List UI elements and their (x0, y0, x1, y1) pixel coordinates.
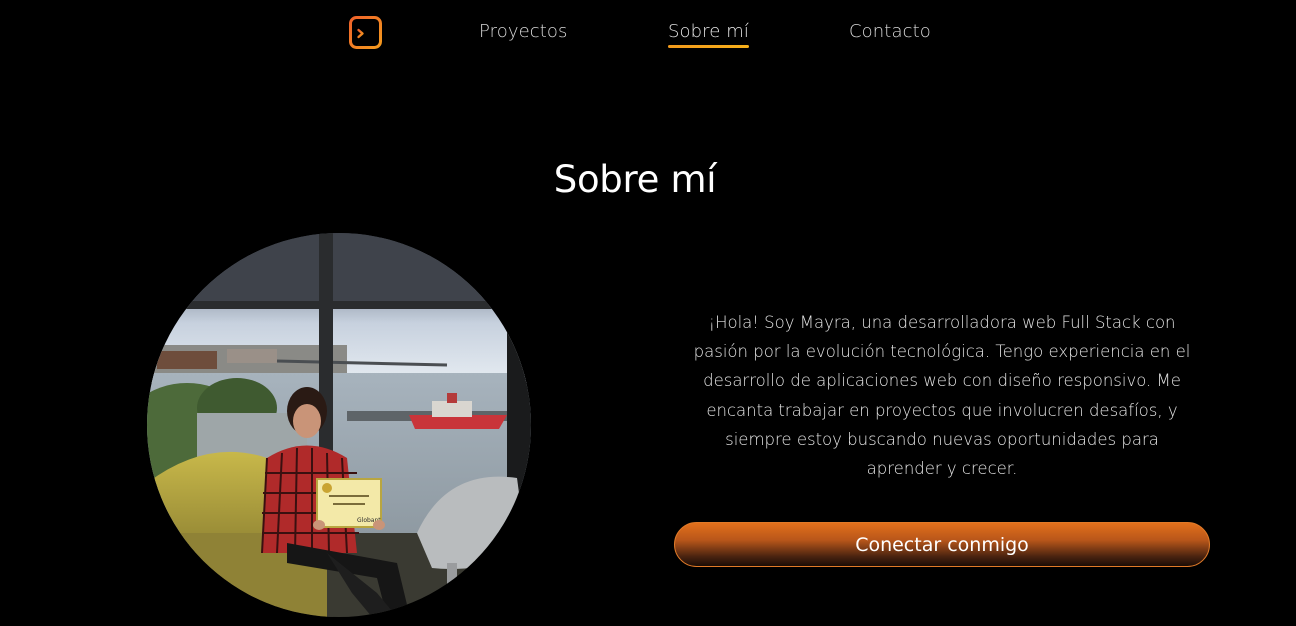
terminal-icon[interactable] (349, 16, 382, 49)
nav-link-sobre-mi-label: Sobre mí (668, 21, 750, 42)
nav-link-contacto[interactable]: Contacto (849, 20, 931, 44)
profile-photo-illustration: Globant (147, 233, 531, 617)
bio-paragraph: ¡Hola! Soy Mayra, una desarrolladora web… (693, 313, 1191, 479)
connect-button[interactable]: Conectar conmigo (674, 522, 1210, 567)
top-nav: Proyectos Sobre mí Contacto (0, 0, 1296, 66)
profile-photo: Globant (147, 233, 531, 617)
nav-link-sobre-mi[interactable]: Sobre mí (668, 20, 750, 48)
nav-link-proyectos[interactable]: Proyectos (479, 20, 568, 44)
section-title: Sobre mí (553, 158, 717, 201)
active-link-underline (668, 45, 750, 48)
